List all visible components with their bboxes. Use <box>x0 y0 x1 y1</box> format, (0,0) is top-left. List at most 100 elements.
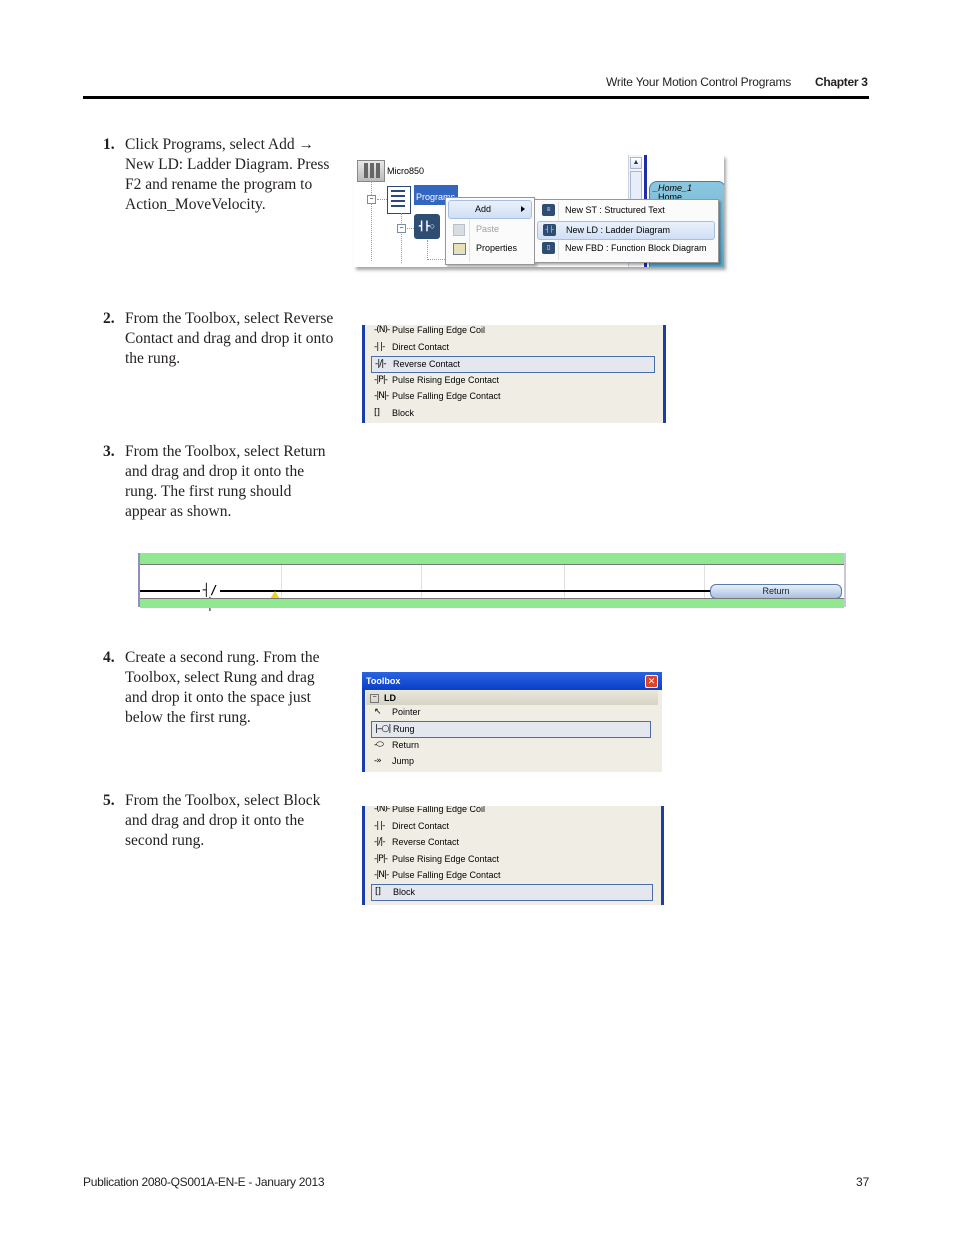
direct-contact-icon: -| |- <box>374 342 385 352</box>
footer-publication: Publication 2080-QS001A-EN-E - January 2… <box>83 1175 325 1189</box>
menu-item-new-fbd[interactable]: ▯ New FBD : Function Block Diagram <box>537 240 715 257</box>
screenshot-add-program-menu: Micro850 − Programs − ┫┣○ ▲ _Home_1 Home… <box>354 155 724 267</box>
reverse-contact-icon: -|/|- <box>375 359 387 369</box>
collapse-icon[interactable]: − <box>367 195 376 204</box>
panel-border <box>663 325 666 423</box>
reverse-contact-icon: -|/|- <box>374 837 386 847</box>
page-number: 37 <box>856 1175 870 1189</box>
screenshot-toolbox-reverse-contact: -(N)- Pulse Falling Edge Coil -| |- Dire… <box>362 325 666 423</box>
add-submenu: ≡ New ST : Structured Text ┤├ New LD : L… <box>534 199 719 263</box>
toolbox-item-reverse-contact[interactable]: -|/|- Reverse Contact <box>371 356 655 373</box>
toolbox-item-pulse-rising-edge-contact[interactable]: -|P|- Pulse Rising Edge Contact <box>371 852 653 867</box>
toolbox-item-reverse-contact[interactable]: -|/|- Reverse Contact <box>371 835 653 850</box>
screenshot-toolbox-rung: Toolbox ✕ − LD ↖ Pointer |--○| Rung -⬭ R… <box>362 672 662 772</box>
toolbox-item-block[interactable]: [] Block <box>371 884 653 901</box>
block-icon: [] <box>374 408 380 418</box>
toolbox-item-rung[interactable]: |--○| Rung <box>371 721 651 738</box>
controller-icon <box>357 160 385 182</box>
step-text: Click Programs, select Add → New LD: Lad… <box>125 136 330 213</box>
block-icon: [] <box>375 887 381 897</box>
menu-item-new-ld[interactable]: ┤├ New LD : Ladder Diagram <box>537 221 715 240</box>
menu-item-add[interactable]: Add <box>448 200 532 219</box>
step-3: 3. From the Toolbox, select Return and d… <box>103 442 335 522</box>
tree-line <box>407 228 414 229</box>
header-rule <box>83 96 869 99</box>
step-5: 5. From the Toolbox, select Block and dr… <box>103 791 335 851</box>
rung-icon: |--○| <box>375 724 391 734</box>
menu-item-properties[interactable]: Properties <box>448 240 530 257</box>
return-element[interactable]: Return <box>710 584 842 599</box>
toolbox-item-pulse-falling-edge-coil[interactable]: -(N)- Pulse Falling Edge Coil <box>371 806 653 817</box>
step-number: 2. <box>103 310 115 327</box>
step-text: From the Toolbox, select Return and drag… <box>125 443 326 520</box>
step-number: 5. <box>103 792 115 809</box>
tree-line <box>371 181 372 261</box>
toolbox-item-pointer[interactable]: ↖ Pointer <box>371 705 651 720</box>
step-4: 4. Create a second rung. From the Toolbo… <box>103 648 335 728</box>
toolbox-item-direct-contact[interactable]: -| |- Direct Contact <box>371 340 655 355</box>
tree-line <box>427 259 447 260</box>
panel-border <box>362 806 365 905</box>
tree-item-micro850[interactable]: Micro850 <box>387 166 424 176</box>
step-number: 1. <box>103 136 115 153</box>
collapse-icon[interactable]: − <box>397 224 406 233</box>
toolbox-item-pulse-falling-edge-contact[interactable]: -|N|- Pulse Falling Edge Contact <box>371 389 655 404</box>
reverse-contact-element[interactable]: ┤/├ <box>200 583 220 611</box>
rung-footer-bar <box>140 598 844 608</box>
rung-header-bar <box>140 553 844 565</box>
grid-line <box>704 565 705 598</box>
toolbox-item-direct-contact[interactable]: -| |- Direct Contact <box>371 819 653 834</box>
step-number: 4. <box>103 649 115 666</box>
pulse-rising-contact-icon: -|P|- <box>374 375 388 385</box>
toolbox-title: Toolbox <box>362 672 662 690</box>
collapse-icon[interactable]: − <box>370 694 379 703</box>
scroll-up-icon[interactable]: ▲ <box>630 157 642 169</box>
grid-line <box>421 565 422 598</box>
direct-contact-icon: -| |- <box>374 821 385 831</box>
st-icon: ≡ <box>542 204 555 216</box>
screenshot-first-rung: ┤/├ Return <box>136 553 848 611</box>
running-header-chapter: Chapter 3 <box>815 75 868 89</box>
pulse-falling-coil-icon: -(N)- <box>374 806 390 814</box>
pulse-rising-contact-icon: -|P|- <box>374 854 388 864</box>
step-1: 1. Click Programs, select Add → New LD: … <box>103 135 335 215</box>
panel-border <box>362 325 365 423</box>
toolbox-item-block[interactable]: [] Block <box>371 406 655 421</box>
properties-icon <box>453 243 466 255</box>
grid-line <box>564 565 565 598</box>
toolbox-item-pulse-falling-edge-contact[interactable]: -|N|- Pulse Falling Edge Contact <box>371 868 653 883</box>
panel-border <box>661 806 664 905</box>
pulse-falling-coil-icon: -(N)- <box>374 325 390 335</box>
return-icon: -⬭ <box>374 740 384 750</box>
programs-folder-icon <box>387 186 411 214</box>
tree-line <box>377 199 387 200</box>
menu-item-paste[interactable]: Paste <box>448 221 530 238</box>
toolbox-item-pulse-rising-edge-contact[interactable]: -|P|- Pulse Rising Edge Contact <box>371 373 655 388</box>
jump-icon: -» <box>374 756 382 766</box>
fbd-icon: ▯ <box>542 242 555 254</box>
menu-item-new-st[interactable]: ≡ New ST : Structured Text <box>537 202 715 219</box>
toolbox-item-pulse-falling-edge-coil[interactable]: -(N)- Pulse Falling Edge Coil <box>371 325 655 338</box>
pulse-falling-contact-icon: -|N|- <box>374 391 389 401</box>
context-menu: Add Paste Properties <box>445 197 535 265</box>
step-text: Create a second rung. From the Toolbox, … <box>125 649 320 726</box>
toolbox-item-return[interactable]: -⬭ Return <box>371 738 651 753</box>
paste-icon <box>453 224 465 236</box>
step-text: From the Toolbox, select Block and drag … <box>125 792 321 849</box>
ld-icon: ┤├ <box>543 224 556 236</box>
close-icon[interactable]: ✕ <box>645 675 658 688</box>
grid-line <box>281 565 282 598</box>
right-power-rail <box>844 553 846 607</box>
screenshot-toolbox-block: -(N)- Pulse Falling Edge Coil -| |- Dire… <box>362 806 664 905</box>
pulse-falling-contact-icon: -|N|- <box>374 870 389 880</box>
tree-line <box>427 240 428 260</box>
step-text: From the Toolbox, select Reverse Contact… <box>125 310 334 367</box>
pointer-icon: ↖ <box>374 707 382 717</box>
ld-program-icon[interactable]: ┫┣○ <box>414 214 440 239</box>
running-header-title: Write Your Motion Control Programs <box>606 75 792 89</box>
toolbox-item-jump[interactable]: -» Jump <box>371 754 651 769</box>
step-2: 2. From the Toolbox, select Reverse Cont… <box>103 309 335 369</box>
toolbox-group-ld[interactable]: − LD <box>366 691 658 705</box>
step-number: 3. <box>103 443 115 460</box>
submenu-arrow-icon <box>521 206 525 212</box>
